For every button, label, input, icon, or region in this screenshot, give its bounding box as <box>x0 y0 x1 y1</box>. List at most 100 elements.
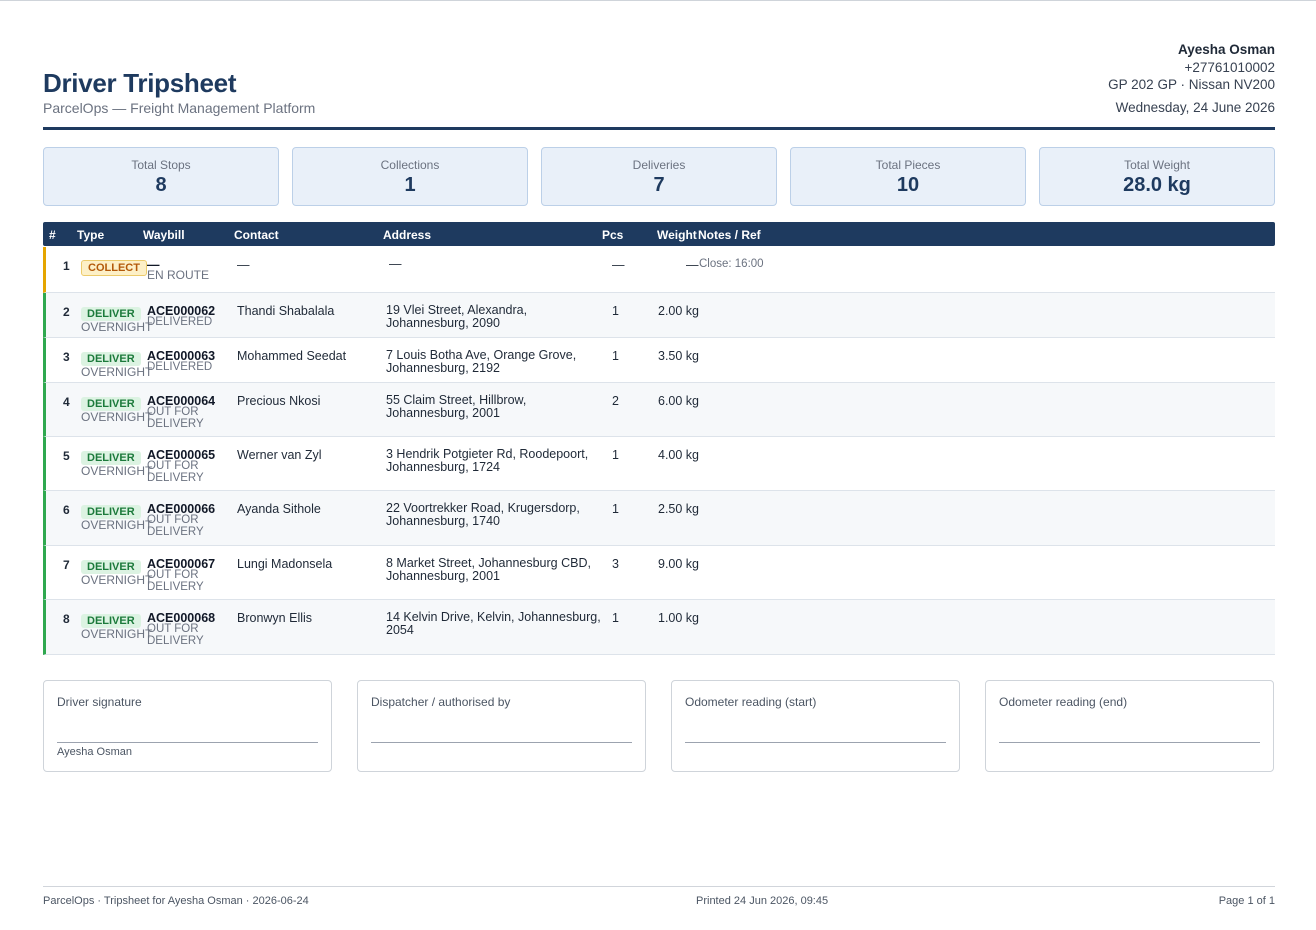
waybill-status: OUT FOR DELIVERY <box>147 460 204 484</box>
service-level: OVERNIGHT <box>81 627 153 641</box>
stat-label: Total Stops <box>131 158 191 172</box>
type-badge: DELIVER <box>81 505 141 519</box>
odometer-end-box[interactable]: Odometer reading (end) <box>985 680 1274 772</box>
type-badge: DELIVER <box>81 614 141 628</box>
waybill-status: DELIVERED <box>147 316 213 328</box>
driver-vehicle: GP 202 GP · Nissan NV200 <box>1108 77 1275 92</box>
contact-name: — <box>237 258 250 272</box>
signature-line <box>371 742 632 743</box>
stop-number: 7 <box>63 558 70 572</box>
table-row: 7 DELIVER OVERNIGHT ACE000067 OUT FOR DE… <box>43 546 1275 600</box>
address: 55 Claim Street, Hillbrow, Johannesburg,… <box>386 393 527 420</box>
service-level: OVERNIGHT <box>81 410 153 424</box>
weight: 1.00 kg <box>658 611 700 625</box>
footer-center: Printed 24 Jun 2026, 09:45 <box>696 895 829 907</box>
page-header: Driver Tripsheet ParcelOps — Freight Man… <box>43 40 1275 132</box>
signature-name: Ayesha Osman <box>57 746 133 758</box>
signature-line <box>999 742 1260 743</box>
stat-total-pieces: Total Pieces 10 <box>790 147 1026 206</box>
service-level: OVERNIGHT <box>81 573 153 587</box>
col-header-weight: Weight <box>657 228 697 242</box>
col-header-notes: Notes / Ref <box>698 228 761 242</box>
stop-number: 6 <box>63 503 70 517</box>
contact-name: Precious Nkosi <box>237 394 321 408</box>
stat-value: 28.0 kg <box>1123 174 1191 196</box>
waybill-status: OUT FOR DELIVERY <box>147 406 204 430</box>
waybill-status: OUT FOR DELIVERY <box>147 569 204 593</box>
pieces: 2 <box>612 394 619 408</box>
signature-label: Driver signature <box>57 695 142 709</box>
address: 3 Hendrik Potgieter Rd, Roodepoort, Joha… <box>386 447 589 474</box>
contact-name: Ayanda Sithole <box>237 502 321 516</box>
service-level: OVERNIGHT <box>81 464 153 478</box>
type-badge: DELIVER <box>81 560 141 574</box>
table-row: 8 DELIVER OVERNIGHT ACE000068 OUT FOR DE… <box>43 600 1275 655</box>
stop-number: 2 <box>63 305 70 319</box>
address: 14 Kelvin Drive, Kelvin, Johannesburg, 2… <box>386 610 601 637</box>
stat-label: Total Pieces <box>875 158 941 172</box>
contact-name: Lungi Madonsela <box>237 557 333 571</box>
weight: 9.00 kg <box>658 557 700 571</box>
service-level: OVERNIGHT <box>81 518 153 532</box>
pieces: 1 <box>612 502 619 516</box>
pieces: 1 <box>612 304 619 318</box>
signature-label: Dispatcher / authorised by <box>371 695 511 709</box>
stat-value: 7 <box>653 174 665 196</box>
table-row: 2 DELIVER OVERNIGHT ACE000062 DELIVERED … <box>43 293 1275 338</box>
service-level: OVERNIGHT <box>81 320 153 334</box>
top-border <box>0 0 1316 1</box>
pieces: 1 <box>612 448 619 462</box>
stat-total-weight: Total Weight 28.0 kg <box>1039 147 1275 206</box>
weight: — <box>686 258 699 272</box>
signature-label: Odometer reading (start) <box>685 695 817 709</box>
table-row: 4 DELIVER OVERNIGHT ACE000064 OUT FOR DE… <box>43 383 1275 437</box>
contact-name: Thandi Shabalala <box>237 304 335 318</box>
waybill-status: EN ROUTE <box>147 268 210 282</box>
footer-page: Page 1 of 1 <box>1218 895 1275 907</box>
notes: Close: 16:00 <box>699 258 764 270</box>
address: 7 Louis Botha Ave, Orange Grove, Johanne… <box>386 348 577 375</box>
signature-line <box>685 742 946 743</box>
stat-value: 1 <box>404 174 416 196</box>
stat-label: Total Weight <box>1124 158 1190 172</box>
col-header-type: Type <box>77 228 105 242</box>
type-badge: DELIVER <box>81 451 141 465</box>
signature-label: Odometer reading (end) <box>999 695 1128 709</box>
stat-collections: Collections 1 <box>292 147 528 206</box>
trip-date: Wednesday, 24 June 2026 <box>1115 100 1275 115</box>
driver-phone: +27761010002 <box>1184 60 1275 75</box>
table-header: # Type Waybill Contact Address Pcs Weigh… <box>43 222 1275 246</box>
weight: 4.00 kg <box>658 448 700 462</box>
weight: 2.00 kg <box>658 304 700 318</box>
stat-deliveries: Deliveries 7 <box>541 147 777 206</box>
address: — <box>389 257 402 271</box>
type-badge: DELIVER <box>81 307 141 321</box>
page-subtitle: ParcelOps — Freight Management Platform <box>43 100 316 116</box>
type-badge: DELIVER <box>81 352 141 366</box>
stat-label: Deliveries <box>632 158 686 172</box>
table-row: 1 COLLECT — EN ROUTE — — — — Close: 16:0… <box>43 247 1275 293</box>
dispatcher-signature-box[interactable]: Dispatcher / authorised by <box>357 680 646 772</box>
pieces: 3 <box>612 557 619 571</box>
waybill-status: DELIVERED <box>147 361 213 373</box>
stop-number: 5 <box>63 449 70 463</box>
col-header-waybill: Waybill <box>143 228 185 242</box>
pieces: — <box>612 258 625 272</box>
footer-left: ParcelOps · Tripsheet for Ayesha Osman ·… <box>43 895 309 907</box>
waybill-status: OUT FOR DELIVERY <box>147 623 204 647</box>
weight: 3.50 kg <box>658 349 700 363</box>
page-footer: ParcelOps · Tripsheet for Ayesha Osman ·… <box>43 886 1275 907</box>
driver-name: Ayesha Osman <box>1177 42 1275 57</box>
type-badge: COLLECT <box>81 260 147 276</box>
header-divider <box>43 127 1275 130</box>
type-badge: DELIVER <box>81 397 141 411</box>
signature-line <box>57 742 318 743</box>
weight: 6.00 kg <box>658 394 700 408</box>
address: 22 Voortrekker Road, Krugersdorp, Johann… <box>386 501 580 528</box>
contact-name: Bronwyn Ellis <box>237 611 313 625</box>
col-header-num: # <box>49 228 56 242</box>
odometer-start-box[interactable]: Odometer reading (start) <box>671 680 960 772</box>
driver-signature-box[interactable]: Driver signature Ayesha Osman <box>43 680 332 772</box>
stat-value: 8 <box>155 174 167 196</box>
waybill-status: OUT FOR DELIVERY <box>147 514 204 538</box>
